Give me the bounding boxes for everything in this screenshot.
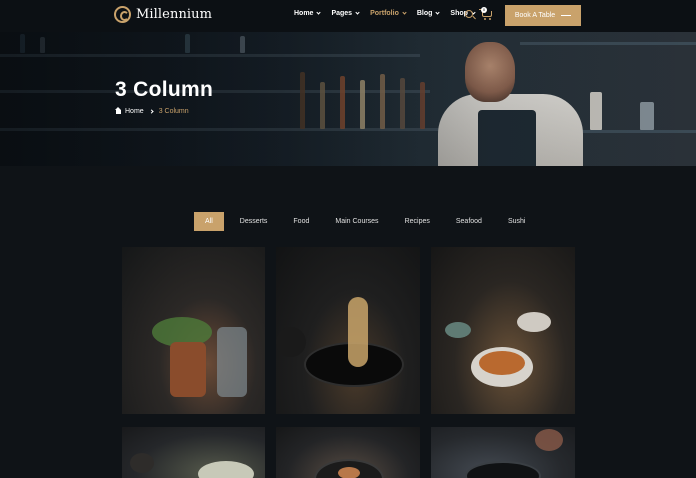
page-hero: 3 Column Home 3 Column xyxy=(0,32,696,166)
tile-plate xyxy=(198,461,254,478)
main-nav: Home Pages Portfolio Blog Shop xyxy=(294,10,486,17)
home-icon xyxy=(115,106,122,115)
tile-pan xyxy=(276,327,306,357)
portfolio-item[interactable] xyxy=(276,427,420,478)
portfolio-item[interactable] xyxy=(276,247,420,414)
chevron-right-icon xyxy=(149,109,154,114)
tile-cup xyxy=(130,453,154,473)
portfolio-item[interactable] xyxy=(122,427,265,478)
tile-shaker xyxy=(217,327,247,397)
filter-sushi[interactable]: Sushi xyxy=(498,212,536,231)
nav-item-portfolio[interactable]: Portfolio xyxy=(370,10,407,17)
tile-glass xyxy=(170,342,206,397)
tile-food xyxy=(479,351,525,375)
search-icon[interactable] xyxy=(465,10,473,18)
logo-icon xyxy=(114,6,131,23)
portfolio-filters: All Desserts Food Main Courses Recipes S… xyxy=(194,212,541,231)
site-header: Millennium Home Pages Portfolio Blog Sho… xyxy=(0,0,696,32)
logo-text: Millennium xyxy=(136,7,213,22)
chevron-down-icon xyxy=(355,10,360,15)
page-title: 3 Column xyxy=(115,78,214,101)
nav-item-home[interactable]: Home xyxy=(294,10,322,17)
book-a-table-button[interactable]: Book A Table xyxy=(505,5,581,26)
hero-overlay xyxy=(0,32,696,166)
portfolio-item[interactable] xyxy=(431,427,575,478)
tile-teacup xyxy=(445,322,471,338)
cart-count-badge: 0 xyxy=(481,7,487,13)
filter-main-courses[interactable]: Main Courses xyxy=(325,212,388,231)
portfolio-item[interactable] xyxy=(122,247,265,414)
tile-food xyxy=(338,467,360,478)
tile-pan xyxy=(465,461,541,478)
filter-desserts[interactable]: Desserts xyxy=(230,212,278,231)
chevron-down-icon xyxy=(435,10,441,15)
filter-all[interactable]: All xyxy=(194,212,224,231)
breadcrumb-home-link[interactable]: Home xyxy=(125,108,144,115)
tile-bowl xyxy=(535,429,563,451)
tile-small-bowl xyxy=(517,312,551,332)
portfolio-item[interactable] xyxy=(431,247,575,414)
nav-item-label: Pages xyxy=(331,10,353,17)
nav-item-label: Blog xyxy=(416,10,433,17)
nav-item-pages[interactable]: Pages xyxy=(331,10,360,17)
chevron-down-icon xyxy=(402,10,407,15)
breadcrumb: Home 3 Column xyxy=(115,106,189,115)
arrow-right-icon xyxy=(561,15,572,16)
nav-item-label: Home xyxy=(294,10,314,17)
nav-item-blog[interactable]: Blog xyxy=(416,10,441,17)
book-button-label: Book A Table xyxy=(514,12,556,19)
nav-item-label: Portfolio xyxy=(370,10,399,17)
tile-noodles xyxy=(348,297,368,367)
filter-seafood[interactable]: Seafood xyxy=(446,212,492,231)
breadcrumb-current: 3 Column xyxy=(158,108,189,115)
filter-food[interactable]: Food xyxy=(283,212,319,231)
filter-recipes[interactable]: Recipes xyxy=(395,212,440,231)
logo[interactable]: Millennium xyxy=(114,6,212,23)
chevron-down-icon xyxy=(316,10,322,15)
